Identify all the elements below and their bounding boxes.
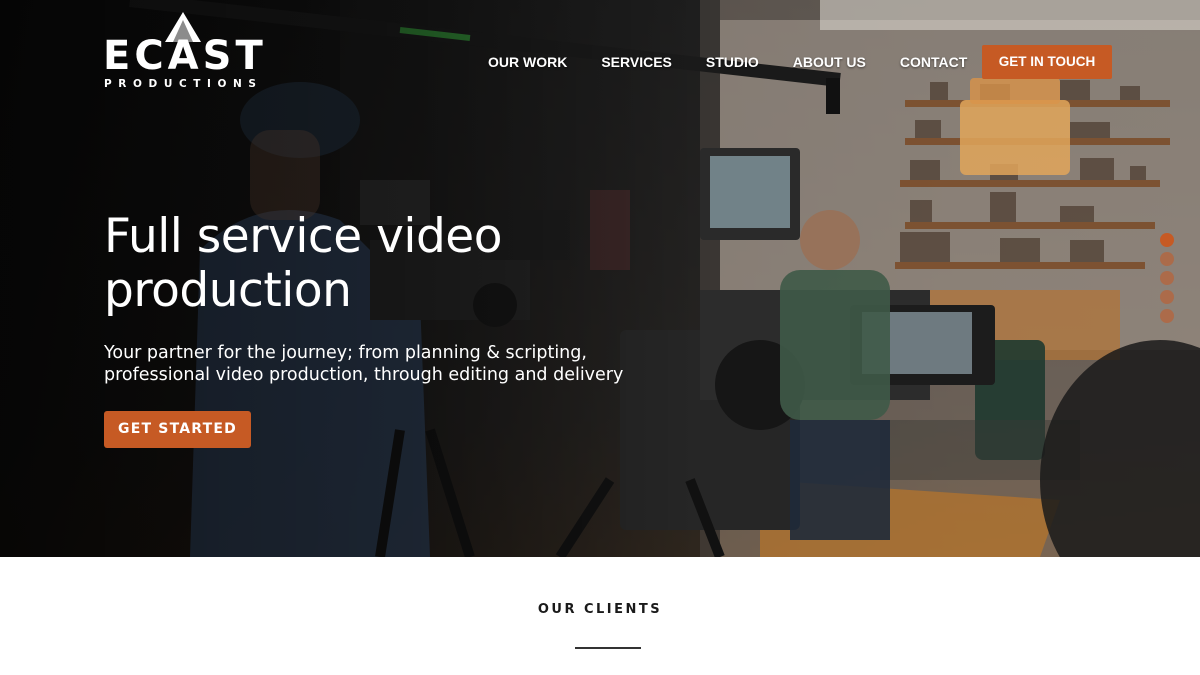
clients-section: OUR CLIENTS	[0, 557, 1200, 675]
get-in-touch-button[interactable]: GET IN TOUCH	[982, 45, 1112, 79]
nav-studio[interactable]: STUDIO	[706, 53, 759, 71]
slider-dot-2[interactable]	[1160, 252, 1174, 266]
clients-divider	[575, 647, 641, 649]
hero-subheading-line-2: professional video production, through e…	[104, 365, 624, 385]
slider-dot-5[interactable]	[1160, 309, 1174, 323]
hero-headline-line-1: Full service video	[104, 209, 502, 264]
brand-logo[interactable]: ECAST PRODUCTIONS	[103, 12, 263, 92]
main-nav: OUR WORK SERVICES STUDIO ABOUT US CONTAC…	[488, 53, 967, 71]
hero-headline-line-2: production	[104, 263, 352, 318]
nav-contact[interactable]: CONTACT	[900, 53, 967, 71]
nav-services[interactable]: SERVICES	[601, 53, 672, 71]
slider-dot-3[interactable]	[1160, 271, 1174, 285]
clients-title: OUR CLIENTS	[537, 602, 663, 617]
slider-dot-4[interactable]	[1160, 290, 1174, 304]
hero-headline: Full service video production	[104, 210, 624, 318]
brand-subtitle: PRODUCTIONS	[104, 78, 263, 90]
slider-pagination	[1160, 233, 1174, 328]
slider-dot-1[interactable]	[1160, 233, 1174, 247]
hero-subheading: Your partner for the journey; from plann…	[104, 342, 624, 386]
brand-name: ECAST	[103, 33, 267, 79]
hero-subheading-line-1: Your partner for the journey; from plann…	[104, 343, 587, 363]
hero-section: ECAST PRODUCTIONS OUR WORK SERVICES STUD…	[0, 0, 1200, 557]
nav-our-work[interactable]: OUR WORK	[488, 53, 567, 71]
nav-about-us[interactable]: ABOUT US	[793, 53, 866, 71]
get-started-button[interactable]: GET STARTED	[104, 411, 251, 448]
